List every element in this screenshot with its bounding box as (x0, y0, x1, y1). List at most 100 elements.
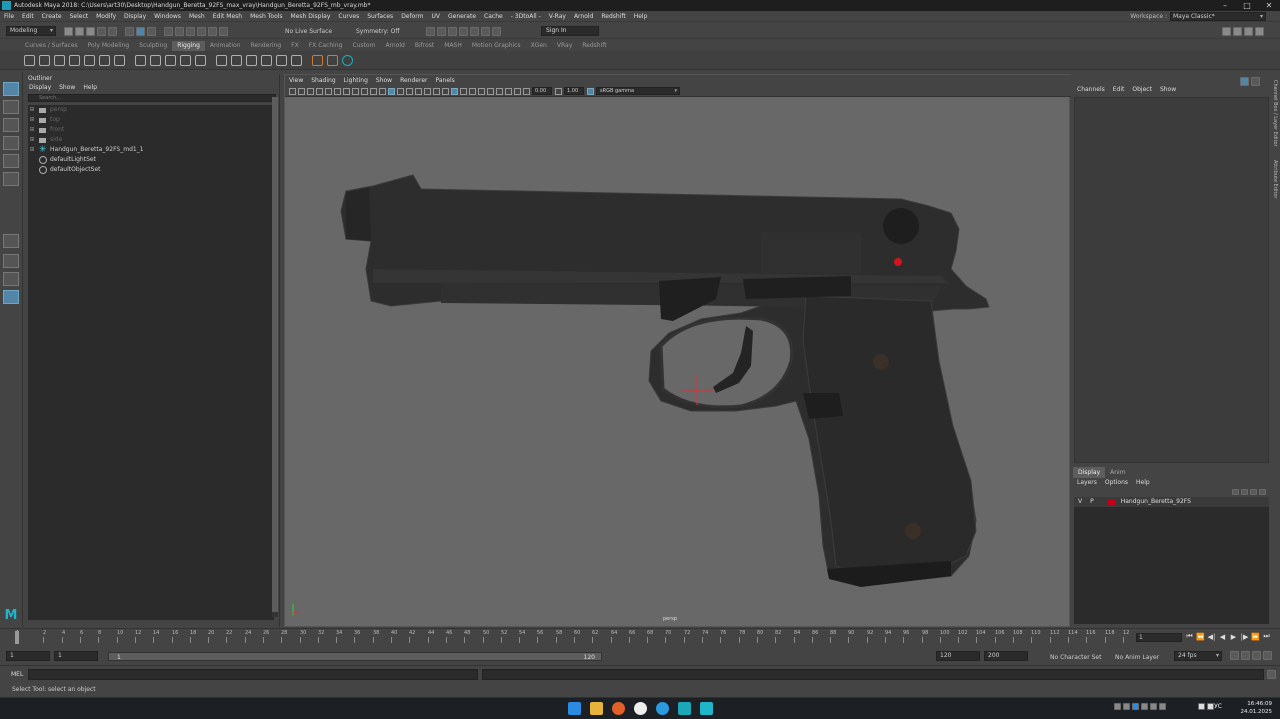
ik-spline-icon[interactable] (54, 54, 65, 66)
new-empty-layer-icon[interactable] (1250, 489, 1257, 495)
mel-label[interactable]: MEL (11, 671, 23, 678)
wifi-icon[interactable] (1150, 703, 1157, 710)
layer-color-swatch[interactable] (1107, 498, 1116, 506)
four-view-icon[interactable] (3, 254, 19, 268)
tab-custom[interactable]: Custom (347, 41, 380, 51)
outliner-item-handgun[interactable]: ⊞ ✳ Handgun_Beretta_92FS_md1_1 (28, 145, 274, 155)
film-gate-icon[interactable] (334, 87, 341, 95)
attribute-editor-icon[interactable] (1233, 27, 1242, 36)
tab-vray[interactable]: VRay (552, 41, 577, 51)
layer-menu-layers[interactable]: Layers (1073, 478, 1101, 488)
snap-point-icon[interactable] (186, 27, 195, 36)
menu-help[interactable]: Help (630, 11, 652, 22)
smooth-bind-icon[interactable] (165, 54, 176, 66)
add-influence-icon[interactable] (327, 54, 338, 66)
lasso-tool-icon[interactable] (3, 100, 19, 114)
camera-select-icon[interactable] (289, 87, 296, 95)
joint-tool-icon[interactable] (24, 54, 35, 66)
playback-start-field[interactable]: 1 (54, 651, 98, 661)
maya-taskbar-icon[interactable] (700, 702, 713, 715)
step-back-frame-icon[interactable]: ◀| (1206, 633, 1217, 641)
clock[interactable]: 16:46:09 24.01.2025 (1241, 700, 1273, 716)
anim-prefs-icon[interactable] (1252, 651, 1261, 660)
snap-view-icon[interactable] (197, 27, 206, 36)
tab-arnold[interactable]: Arnold (380, 41, 409, 51)
tab-bifrost[interactable]: Bifrost (410, 41, 439, 51)
xray-joints-icon[interactable] (460, 87, 467, 95)
3dsmax-icon[interactable] (678, 702, 691, 715)
tab-sculpting[interactable]: Sculpting (134, 41, 172, 51)
open-scene-icon[interactable] (75, 27, 84, 36)
color-space-dropdown[interactable]: sRGB gamma (596, 87, 680, 95)
pole-vector-icon[interactable] (291, 54, 302, 66)
bind-skin-icon[interactable] (135, 54, 146, 66)
step-forward-frame-icon[interactable]: |▶ (1239, 633, 1250, 641)
sign-in-button[interactable]: Sign In (541, 26, 599, 36)
vray-icon[interactable] (481, 27, 490, 36)
layer-menu-help[interactable]: Help (1132, 478, 1154, 488)
current-time-marker[interactable] (15, 631, 19, 644)
bluetooth-icon[interactable] (1132, 703, 1139, 710)
outliner-menu-display[interactable]: Display (25, 83, 55, 93)
menu-create[interactable]: Create (38, 11, 66, 22)
expand-icon[interactable]: ⊞ (28, 145, 36, 155)
character-set-label[interactable]: No Character Set (1050, 654, 1101, 661)
outliner-item-persp[interactable]: ⊞ persp (28, 105, 274, 115)
ik-handle-icon[interactable] (39, 54, 50, 66)
move-layer-down-icon[interactable] (1241, 489, 1248, 495)
tab-motion-graphics[interactable]: Motion Graphics (467, 41, 526, 51)
color-management-icon[interactable] (587, 87, 594, 95)
menu-edit-mesh[interactable]: Edit Mesh (209, 11, 246, 22)
layer-menu-options[interactable]: Options (1101, 478, 1132, 488)
menu-redshift[interactable]: Redshift (597, 11, 629, 22)
paint-select-icon[interactable] (3, 118, 19, 132)
locator-icon[interactable] (312, 54, 323, 66)
go-to-end-icon[interactable]: ⏭ (1261, 632, 1272, 641)
menu-generate[interactable]: Generate (444, 11, 480, 22)
outliner-search-input[interactable]: Search... (28, 94, 276, 102)
tab-anim-layers[interactable]: Anim (1105, 467, 1130, 478)
tab-animation[interactable]: Animation (205, 41, 246, 51)
wireframe-on-shaded-icon[interactable] (406, 87, 413, 95)
gamma-icon[interactable] (555, 87, 562, 95)
menu-mesh-tools[interactable]: Mesh Tools (246, 11, 286, 22)
redo-icon[interactable] (108, 27, 117, 36)
workspace-dropdown[interactable]: Maya Classic* (1170, 12, 1266, 21)
expand-icon[interactable]: ⊞ (28, 115, 36, 125)
tab-poly-modeling[interactable]: Poly Modeling (83, 41, 135, 51)
rotate-tool-icon[interactable] (3, 154, 19, 168)
render-view-icon[interactable] (470, 27, 479, 36)
smooth-shade-icon[interactable] (397, 87, 404, 95)
scale-constraint-icon[interactable] (261, 54, 272, 66)
play-backward-icon[interactable]: ◀ (1217, 633, 1228, 641)
side-tab-attribute-editor[interactable]: Attribute Editor (1272, 160, 1278, 198)
image-plane-icon[interactable] (316, 87, 323, 95)
tray-chevron-icon[interactable] (1114, 703, 1121, 710)
bookmark-icon[interactable] (307, 87, 314, 95)
outliner-item-defaultobjectset[interactable]: defaultObjectSet (28, 165, 274, 175)
save-scene-icon[interactable] (86, 27, 95, 36)
textured-icon[interactable] (415, 87, 422, 95)
anim-end-field[interactable]: 200 (984, 651, 1028, 661)
safe-action-icon[interactable] (370, 87, 377, 95)
cluster-icon[interactable] (195, 54, 206, 66)
human-ik-icon[interactable] (99, 54, 110, 66)
undo-icon[interactable] (97, 27, 106, 36)
viewport-menu-show[interactable]: Show (372, 75, 396, 86)
xray-icon[interactable] (451, 87, 458, 95)
channel-box-toggle-icon[interactable] (1240, 77, 1249, 86)
menu-surfaces[interactable]: Surfaces (363, 11, 397, 22)
symmetry-label[interactable]: Symmetry: Off (356, 28, 399, 35)
telegram-icon[interactable] (656, 702, 669, 715)
single-view-icon[interactable] (3, 234, 19, 248)
loop-icon[interactable] (1230, 651, 1239, 660)
minimize-button[interactable]: – (1214, 0, 1236, 11)
tab-fx[interactable]: FX (286, 41, 304, 51)
tab-rigging[interactable]: Rigging (172, 41, 205, 51)
expand-icon[interactable]: ⊞ (28, 105, 36, 115)
outliner-item-defaultlightset[interactable]: defaultLightSet (28, 155, 274, 165)
menu-windows[interactable]: Windows (150, 11, 185, 22)
channel-menu-edit[interactable]: Edit (1109, 85, 1129, 95)
render-settings-icon[interactable] (448, 27, 457, 36)
tool-settings-icon[interactable] (1244, 27, 1253, 36)
